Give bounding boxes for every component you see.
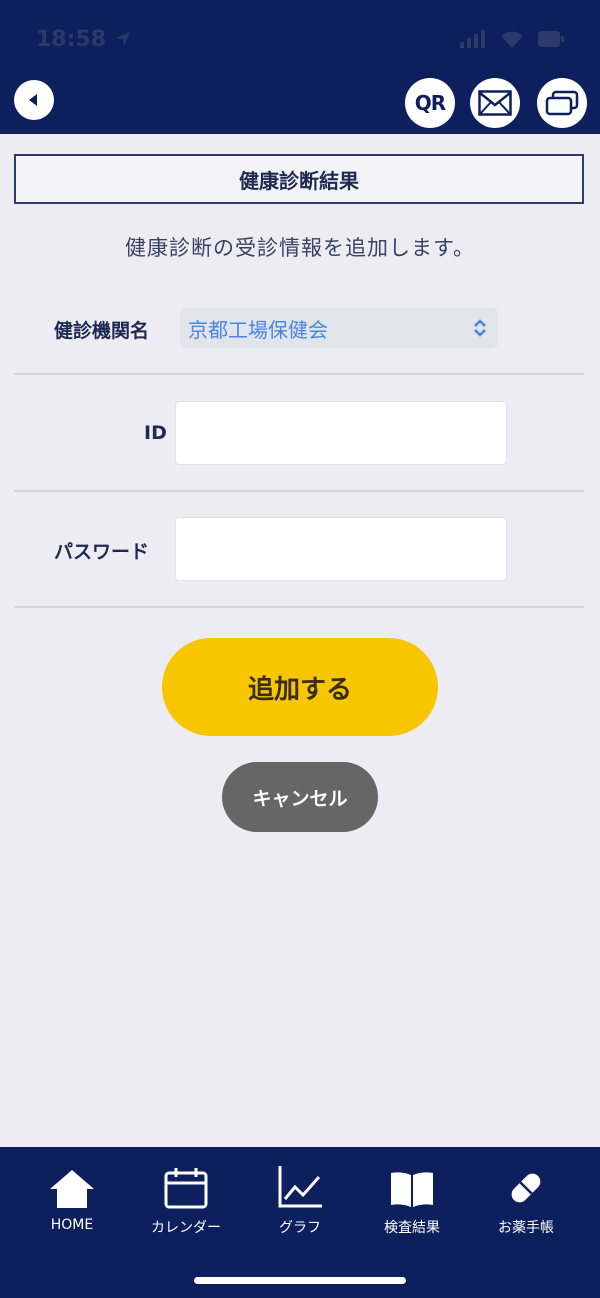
tab-medicine[interactable]: お薬手帳 — [471, 1161, 581, 1241]
password-label: パスワード — [54, 541, 150, 563]
id-label: ID — [144, 422, 167, 444]
back-button[interactable] — [14, 80, 54, 120]
qr-label: QR — [414, 91, 446, 115]
password-input[interactable] — [175, 517, 507, 581]
location-arrow-icon — [116, 32, 131, 46]
chart-icon — [278, 1166, 322, 1208]
tab-home[interactable]: HOME — [17, 1161, 127, 1241]
calendar-icon — [164, 1168, 208, 1209]
institution-value: 京都工場保健会 — [188, 317, 328, 342]
select-arrows-icon — [474, 319, 486, 337]
home-indicator — [194, 1277, 406, 1284]
mail-button[interactable] — [470, 78, 520, 128]
pill-icon — [511, 1173, 541, 1203]
institution-select[interactable]: 京都工場保健会 — [180, 308, 498, 348]
page-title: 健康診断結果 — [14, 154, 584, 204]
tab-label: カレンダー — [151, 1220, 221, 1236]
book-icon — [391, 1172, 433, 1207]
bottom-tab-bar: HOME カレンダー グラフ 検査結果 お薬手帳 — [0, 1147, 600, 1298]
tab-label: グラフ — [279, 1220, 321, 1236]
top-navigation-bar: 18:58 QR — [0, 0, 600, 134]
qr-button[interactable]: QR — [405, 78, 455, 128]
status-time: 18:58 — [36, 26, 107, 52]
add-button[interactable]: 追加する — [162, 638, 438, 736]
windows-button[interactable] — [537, 78, 587, 128]
id-input[interactable] — [175, 401, 507, 465]
cancel-button[interactable]: キャンセル — [222, 762, 378, 832]
tab-graph[interactable]: グラフ — [245, 1161, 355, 1241]
form-description: 健康診断の受診情報を追加します。 — [125, 236, 475, 260]
institution-label: 健診機関名 — [54, 320, 150, 342]
divider — [14, 606, 584, 608]
tab-label: 検査結果 — [384, 1220, 440, 1236]
divider — [14, 373, 584, 375]
back-arrow-icon — [29, 94, 37, 106]
tab-label: HOME — [50, 1217, 94, 1233]
battery-icon — [538, 31, 564, 47]
wifi-icon — [501, 31, 523, 48]
tab-calendar[interactable]: カレンダー — [131, 1161, 241, 1241]
status-bar: 18:58 — [36, 22, 564, 56]
windows-icon — [545, 90, 579, 116]
tab-results[interactable]: 検査結果 — [357, 1161, 467, 1241]
divider — [14, 490, 584, 492]
mail-icon — [478, 90, 512, 116]
home-icon — [50, 1170, 94, 1208]
tab-label: お薬手帳 — [498, 1220, 554, 1236]
cellular-signal-icon — [460, 30, 485, 48]
